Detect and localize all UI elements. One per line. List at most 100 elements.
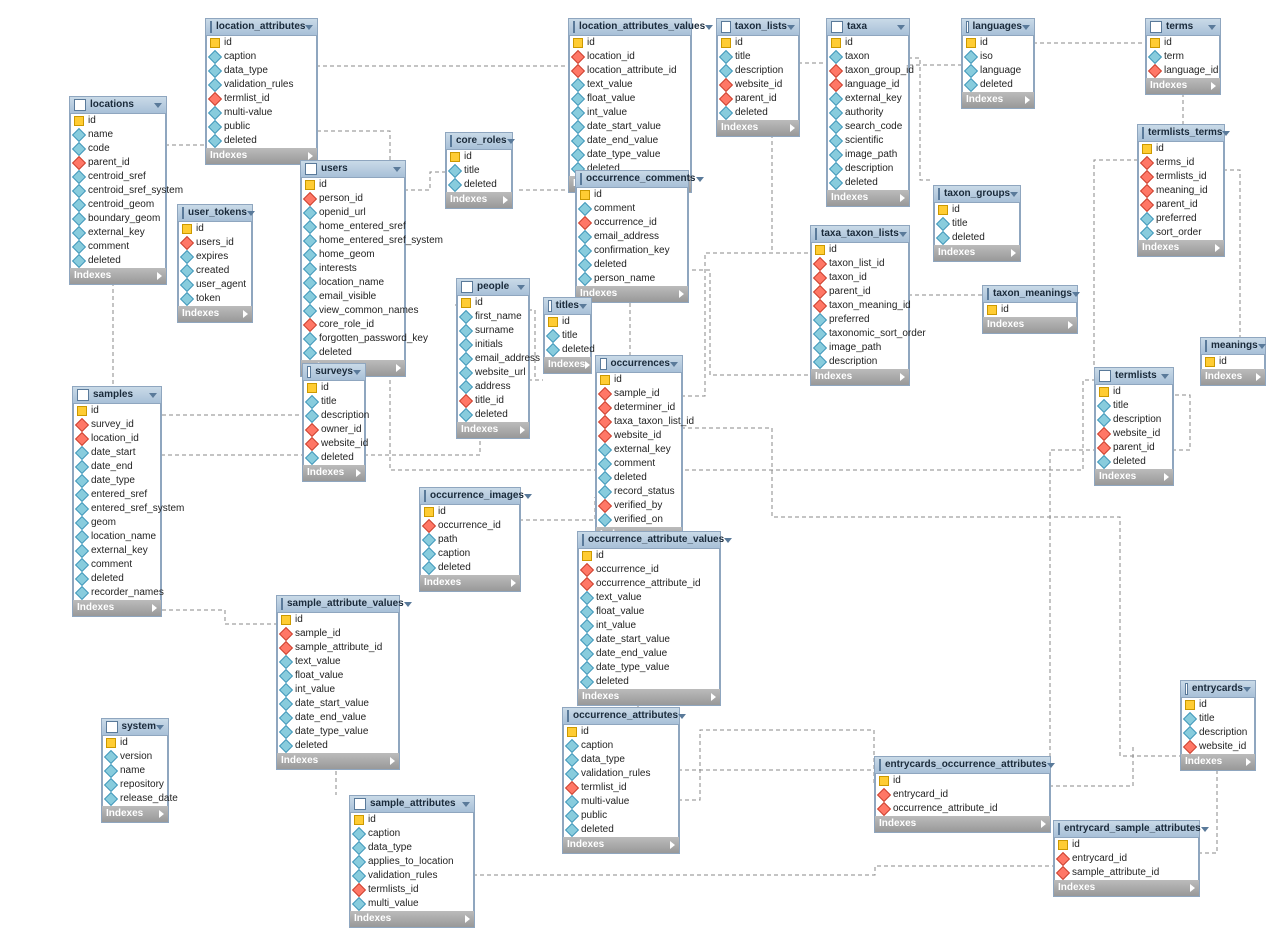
field-row[interactable]: deleted: [206, 134, 317, 148]
table-surveys[interactable]: surveysidtitledescriptionowner_idwebsite…: [302, 363, 366, 482]
field-row[interactable]: comment: [70, 240, 166, 254]
field-row[interactable]: id: [1054, 838, 1199, 852]
field-row[interactable]: date_end: [73, 460, 161, 474]
field-row[interactable]: language_id: [827, 78, 909, 92]
table-header[interactable]: sample_attributes: [350, 796, 474, 813]
field-row[interactable]: caption: [350, 827, 474, 841]
field-row[interactable]: title: [934, 217, 1020, 231]
table-termlists[interactable]: termlistsidtitledescriptionwebsite_idpar…: [1094, 367, 1174, 486]
table-entrycards_occurrence_attributes[interactable]: entrycards_occurrence_attributesidentryc…: [874, 756, 1051, 833]
indexes-footer[interactable]: Indexes: [576, 286, 688, 302]
indexes-footer[interactable]: Indexes: [983, 317, 1077, 333]
field-row[interactable]: int_value: [277, 683, 399, 697]
field-row[interactable]: id: [983, 303, 1077, 317]
table-header[interactable]: terms: [1146, 19, 1220, 36]
indexes-footer[interactable]: Indexes: [1095, 469, 1173, 485]
field-row[interactable]: email_address: [457, 352, 529, 366]
field-row[interactable]: deleted: [934, 231, 1020, 245]
field-row[interactable]: id: [578, 549, 720, 563]
field-row[interactable]: date_start_value: [277, 697, 399, 711]
field-row[interactable]: float_value: [277, 669, 399, 683]
field-row[interactable]: deleted: [73, 572, 161, 586]
indexes-footer[interactable]: Indexes: [544, 357, 591, 373]
field-row[interactable]: external_key: [70, 226, 166, 240]
field-row[interactable]: id: [178, 222, 252, 236]
table-locations[interactable]: locationsidnamecodeparent_idcentroid_sre…: [69, 96, 167, 285]
field-row[interactable]: deleted: [563, 823, 679, 837]
field-row[interactable]: version: [102, 750, 168, 764]
table-header[interactable]: taxon_groups: [934, 186, 1020, 203]
field-row[interactable]: deleted: [576, 258, 688, 272]
field-row[interactable]: comment: [576, 202, 688, 216]
field-row[interactable]: taxon_list_id: [811, 257, 909, 271]
field-row[interactable]: public: [206, 120, 317, 134]
field-row[interactable]: id: [457, 296, 529, 310]
field-row[interactable]: website_id: [1181, 740, 1255, 754]
field-row[interactable]: address: [457, 380, 529, 394]
indexes-footer[interactable]: Indexes: [827, 190, 909, 206]
field-row[interactable]: verified_by: [596, 499, 682, 513]
table-location_attributes[interactable]: location_attributesidcaptiondata_typeval…: [205, 18, 318, 165]
field-row[interactable]: applies_to_location: [350, 855, 474, 869]
indexes-footer[interactable]: Indexes: [70, 268, 166, 284]
field-row[interactable]: name: [70, 128, 166, 142]
field-row[interactable]: location_name: [73, 530, 161, 544]
field-row[interactable]: date_type_value: [569, 148, 691, 162]
indexes-footer[interactable]: Indexes: [178, 306, 252, 322]
field-row[interactable]: deleted: [1095, 455, 1173, 469]
indexes-footer[interactable]: Indexes: [102, 806, 168, 822]
table-header[interactable]: surveys: [303, 364, 365, 381]
field-row[interactable]: email_address: [576, 230, 688, 244]
field-row[interactable]: entrycard_id: [1054, 852, 1199, 866]
table-header[interactable]: entrycards: [1181, 681, 1255, 698]
field-row[interactable]: recorder_names: [73, 586, 161, 600]
field-row[interactable]: text_value: [578, 591, 720, 605]
table-header[interactable]: occurrence_comments: [576, 171, 688, 188]
field-row[interactable]: authority: [827, 106, 909, 120]
table-taxa_taxon_lists[interactable]: taxa_taxon_listsidtaxon_list_idtaxon_idp…: [810, 225, 910, 386]
indexes-footer[interactable]: Indexes: [277, 753, 399, 769]
indexes-footer[interactable]: Indexes: [446, 192, 512, 208]
field-row[interactable]: parent_id: [717, 92, 799, 106]
field-row[interactable]: token: [178, 292, 252, 306]
field-row[interactable]: home_entered_sref: [301, 220, 405, 234]
indexes-footer[interactable]: Indexes: [962, 92, 1034, 108]
table-termlists_terms[interactable]: termlists_termsidterms_idtermlists_idmea…: [1137, 124, 1225, 257]
table-entrycard_sample_attributes[interactable]: entrycard_sample_attributesidentrycard_i…: [1053, 820, 1200, 897]
field-row[interactable]: iso: [962, 50, 1034, 64]
field-row[interactable]: comment: [73, 558, 161, 572]
table-taxa[interactable]: taxaidtaxontaxon_group_idlanguage_idexte…: [826, 18, 910, 207]
field-row[interactable]: location_id: [569, 50, 691, 64]
field-row[interactable]: termlist_id: [563, 781, 679, 795]
field-row[interactable]: title: [717, 50, 799, 64]
field-row[interactable]: parent_id: [811, 285, 909, 299]
field-row[interactable]: id: [206, 36, 317, 50]
indexes-footer[interactable]: Indexes: [350, 911, 474, 927]
field-row[interactable]: initials: [457, 338, 529, 352]
field-row[interactable]: id: [301, 178, 405, 192]
field-row[interactable]: description: [811, 355, 909, 369]
table-users[interactable]: usersidperson_idopenid_urlhome_entered_s…: [300, 160, 406, 377]
field-row[interactable]: deleted: [457, 408, 529, 422]
field-row[interactable]: determiner_id: [596, 401, 682, 415]
field-row[interactable]: date_end_value: [277, 711, 399, 725]
field-row[interactable]: record_status: [596, 485, 682, 499]
field-row[interactable]: parent_id: [1095, 441, 1173, 455]
field-row[interactable]: date_end_value: [578, 647, 720, 661]
field-row[interactable]: occurrence_id: [578, 563, 720, 577]
field-row[interactable]: id: [350, 813, 474, 827]
field-row[interactable]: website_id: [596, 429, 682, 443]
indexes-footer[interactable]: Indexes: [420, 575, 520, 591]
table-header[interactable]: occurrences: [596, 356, 682, 373]
field-row[interactable]: entrycard_id: [875, 788, 1050, 802]
field-row[interactable]: id: [1138, 142, 1224, 156]
field-row[interactable]: id: [1181, 698, 1255, 712]
field-row[interactable]: title: [1095, 399, 1173, 413]
field-row[interactable]: interests: [301, 262, 405, 276]
field-row[interactable]: location_id: [73, 432, 161, 446]
field-row[interactable]: text_value: [277, 655, 399, 669]
field-row[interactable]: float_value: [578, 605, 720, 619]
field-row[interactable]: occurrence_id: [420, 519, 520, 533]
field-row[interactable]: term: [1146, 50, 1220, 64]
field-row[interactable]: taxa_taxon_list_id: [596, 415, 682, 429]
